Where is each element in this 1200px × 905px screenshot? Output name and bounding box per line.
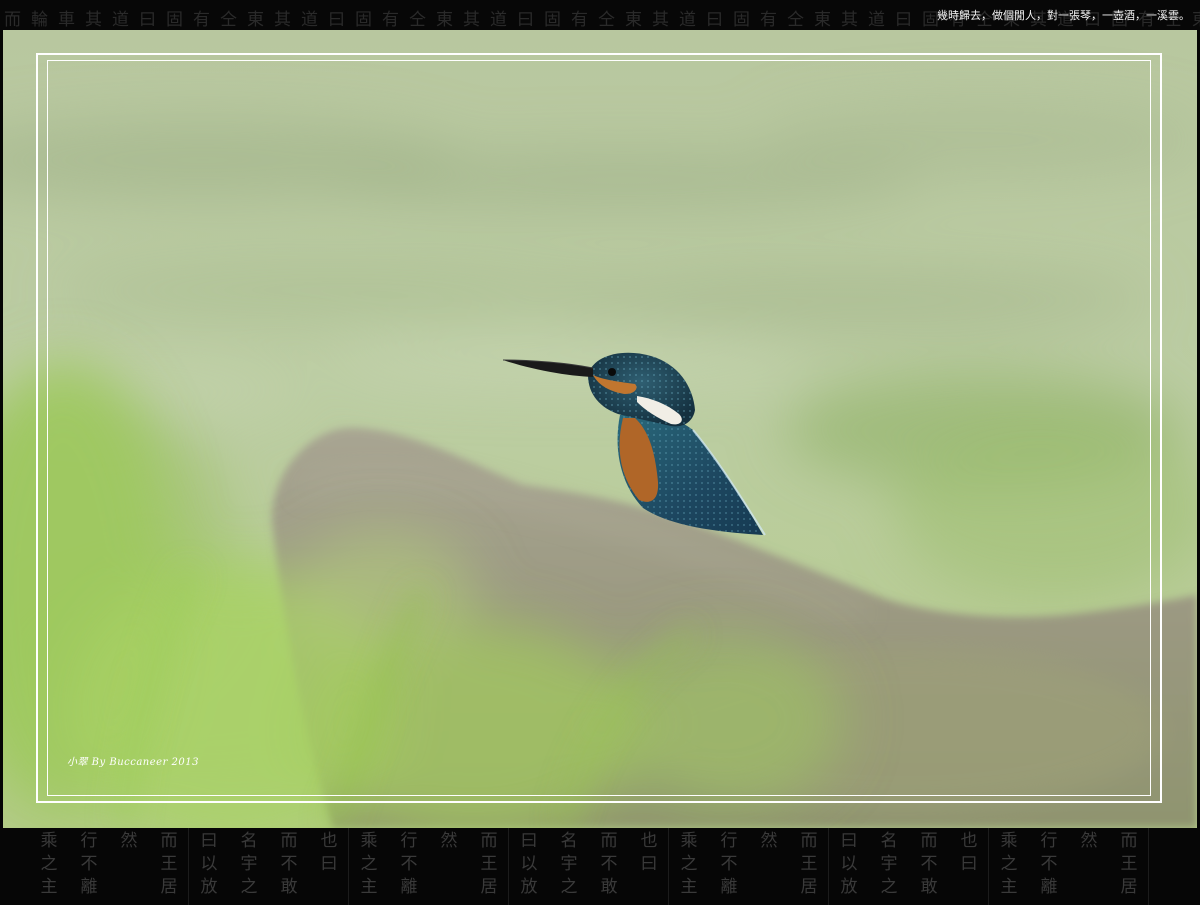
calligraphy-column: 乘之主 <box>360 831 378 897</box>
calligraphy-column: 然 <box>120 831 138 851</box>
calligraphy-column: 然 <box>440 831 458 851</box>
calligraphy-column: 而王居 <box>800 831 818 897</box>
kingfisher-photo <box>3 30 1197 828</box>
calligraphy-column: 而王居 <box>1120 831 1138 897</box>
bottom-calligraphy-columns: 乘之主 行不離 然 而王居 曰以放 名宇之 而不敢 也曰 乘之主 行不離 然 而王居 曰以放 名宇之 而不敢… <box>0 828 1200 905</box>
calligraphy-column: 也曰 <box>320 831 338 874</box>
calligraphy-column: 曰以放 <box>520 831 538 897</box>
bottom-calligraphy-strip: 乘之主 行不離 然 而王居 曰以放 名宇之 而不敢 也曰 乘之主 行不離 然 而王居 曰以放 名宇之 而不敢… <box>0 828 1200 905</box>
photographer-signature: 小翠 By Buccaneer 2013 <box>67 757 199 768</box>
calligraphy-column: 曰以放 <box>200 831 218 897</box>
calligraphy-column: 然 <box>760 831 778 851</box>
photo-frame: 而輪車其道曰固有仝東其道曰固有仝東其道曰固有仝東其道曰固有仝東其道曰固有仝東其道… <box>0 0 1200 905</box>
column-rule <box>668 828 669 905</box>
calligraphy-column: 乘之主 <box>680 831 698 897</box>
calligraphy-column: 而不敢 <box>920 831 938 897</box>
column-rule <box>828 828 829 905</box>
calligraphy-column: 名宇之 <box>560 831 578 897</box>
calligraphy-column: 行不離 <box>400 831 418 897</box>
calligraphy-column: 曰以放 <box>840 831 858 897</box>
column-rule <box>348 828 349 905</box>
calligraphy-column: 行不離 <box>720 831 738 897</box>
calligraphy-column: 名宇之 <box>880 831 898 897</box>
calligraphy-column: 而不敢 <box>600 831 618 897</box>
column-rule <box>1148 828 1149 905</box>
calligraphy-column: 也曰 <box>960 831 978 874</box>
calligraphy-column: 名宇之 <box>240 831 258 897</box>
column-rule <box>188 828 189 905</box>
top-calligraphy-strip: 而輪車其道曰固有仝東其道曰固有仝東其道曰固有仝東其道曰固有仝東其道曰固有仝東其道… <box>0 0 1200 30</box>
column-rule <box>508 828 509 905</box>
calligraphy-column: 乘之主 <box>40 831 58 897</box>
calligraphy-column: 行不離 <box>80 831 98 897</box>
calligraphy-column: 乘之主 <box>1000 831 1018 897</box>
calligraphy-column: 行不離 <box>1040 831 1058 897</box>
poem-caption: 幾時歸去，做個閒人，對一張琴，一壺酒，一溪雲。 <box>937 9 1190 22</box>
calligraphy-column: 而王居 <box>480 831 498 897</box>
calligraphy-column: 而王居 <box>160 831 178 897</box>
calligraphy-column: 然 <box>1080 831 1098 851</box>
calligraphy-column: 而不敢 <box>280 831 298 897</box>
column-rule <box>988 828 989 905</box>
calligraphy-column: 也曰 <box>640 831 658 874</box>
